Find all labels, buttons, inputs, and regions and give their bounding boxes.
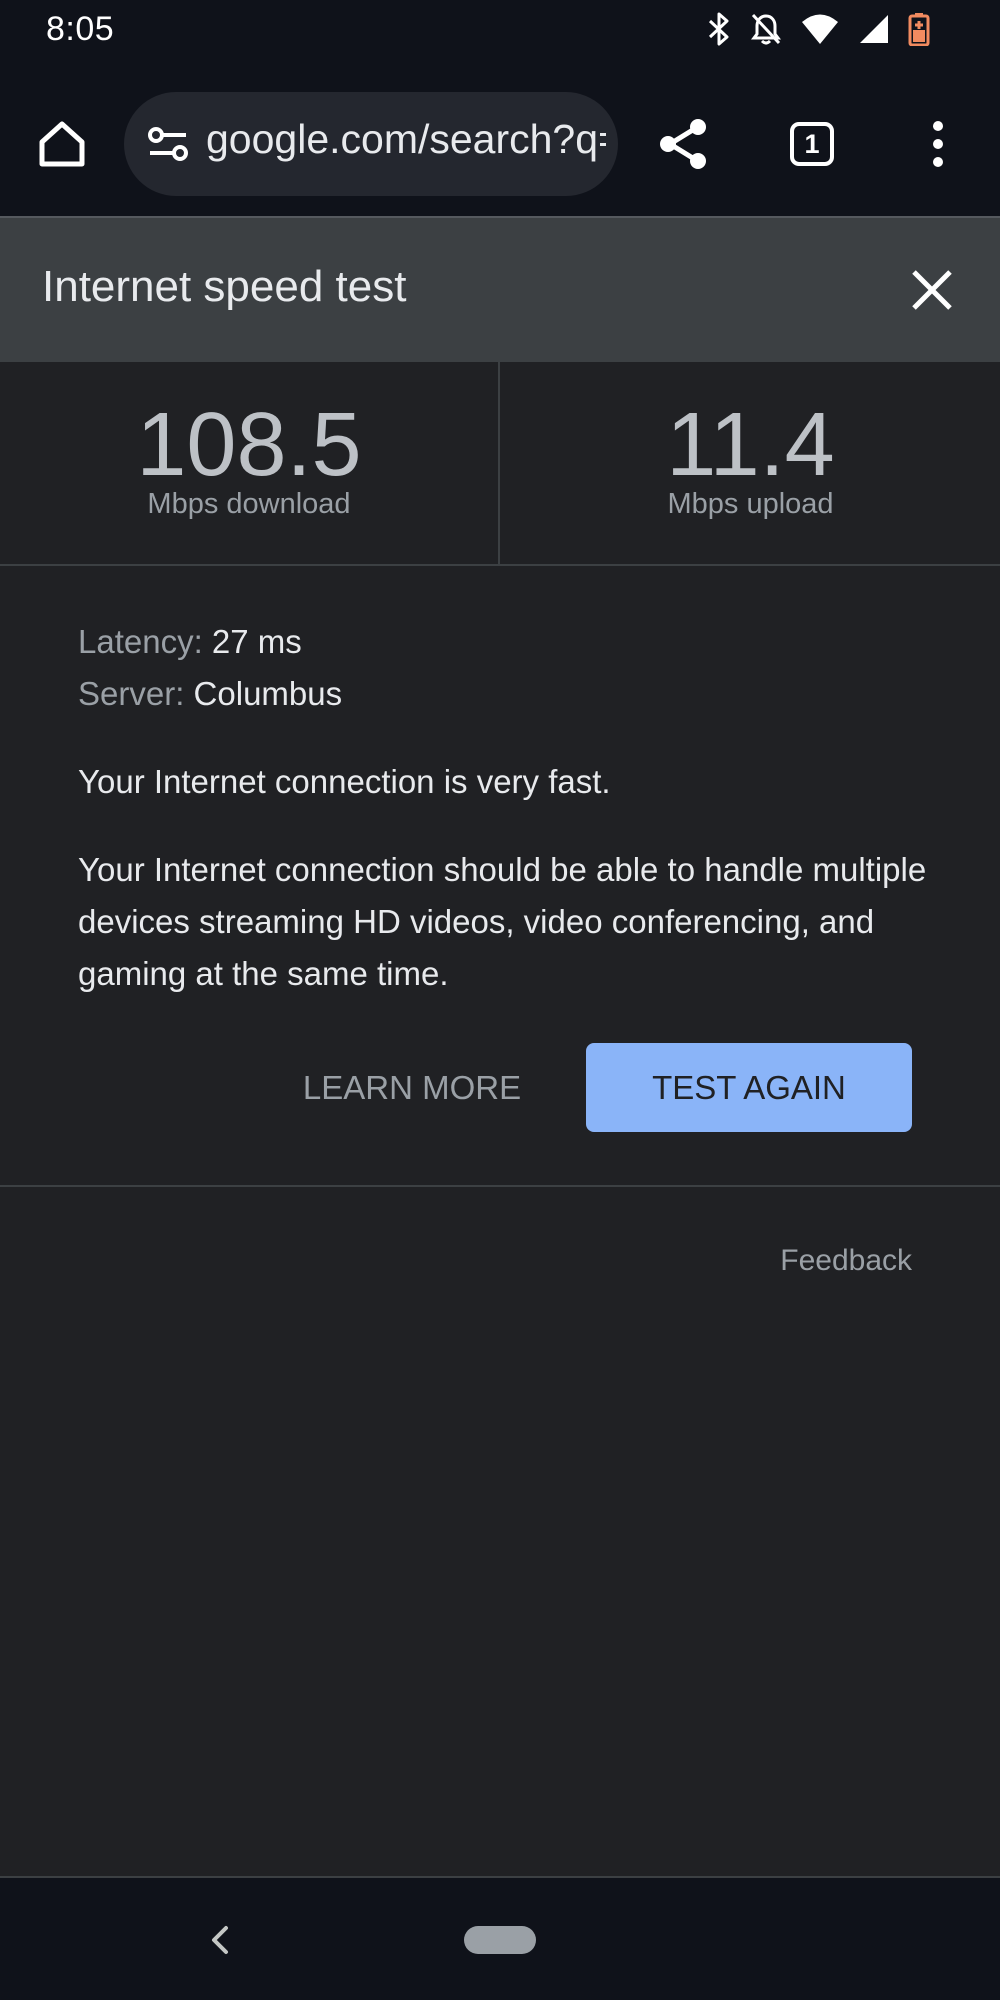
close-icon: [912, 270, 952, 310]
browser-toolbar: google.com/search?q=speed+test 1: [0, 60, 1000, 216]
share-icon: [660, 119, 706, 169]
site-settings-icon[interactable]: [146, 126, 190, 167]
latency-value: 27 ms: [211, 623, 302, 660]
wifi-icon: [800, 13, 840, 45]
connection-info: Latency: 27 ms Server: Columbus: [78, 616, 938, 720]
download-result: 108.5 Mbps download: [0, 362, 500, 564]
feedback-link[interactable]: Feedback: [780, 1244, 912, 1278]
signal-icon: [858, 13, 890, 45]
latency-line: Latency: 27 ms: [78, 616, 938, 668]
tab-switcher-button[interactable]: 1: [788, 120, 838, 170]
connection-detail: Your Internet connection should be able …: [78, 851, 927, 992]
server-line: Server: Columbus: [78, 668, 938, 720]
more-options-button[interactable]: [918, 116, 958, 172]
server-value: Columbus: [193, 675, 343, 712]
back-button[interactable]: [206, 1920, 236, 1960]
learn-more-button[interactable]: LEARN MORE: [282, 1044, 542, 1132]
status-bar: 8:05: [0, 0, 1000, 60]
battery-charging-icon: [908, 12, 930, 46]
more-vert-icon: [933, 121, 943, 167]
upload-result: 11.4 Mbps upload: [501, 362, 1000, 564]
speed-results: 108.5 Mbps download 11.4 Mbps upload: [0, 362, 1000, 566]
divider: [0, 1185, 1000, 1187]
upload-label: Mbps upload: [667, 488, 834, 520]
tab-count: 1: [790, 122, 834, 166]
home-icon: [39, 121, 85, 167]
share-button[interactable]: [656, 116, 712, 172]
close-button[interactable]: [908, 266, 956, 314]
download-value: 108.5: [136, 395, 362, 495]
notifications-off-icon: [750, 12, 782, 46]
chevron-left-icon: [212, 1926, 228, 1954]
speed-test-header: Internet speed test: [0, 216, 1000, 362]
connection-summary: Your Internet connection is very fast.: [78, 763, 611, 800]
panel-title: Internet speed test: [42, 262, 407, 311]
server-label: Server:: [78, 675, 185, 712]
test-again-button[interactable]: TEST AGAIN: [586, 1043, 912, 1132]
url-bar[interactable]: google.com/search?q=speed+test: [124, 92, 618, 196]
upload-value: 11.4: [666, 395, 835, 495]
home-button[interactable]: [34, 116, 90, 172]
download-label: Mbps download: [147, 488, 351, 520]
home-gesture-pill[interactable]: [464, 1926, 536, 1954]
status-icons: [706, 12, 930, 46]
url-text: google.com/search?q=speed+test: [206, 116, 606, 162]
system-nav-bar: [0, 1876, 1000, 2000]
bluetooth-icon: [706, 12, 732, 46]
latency-label: Latency:: [78, 623, 203, 660]
status-time: 8:05: [46, 10, 115, 48]
